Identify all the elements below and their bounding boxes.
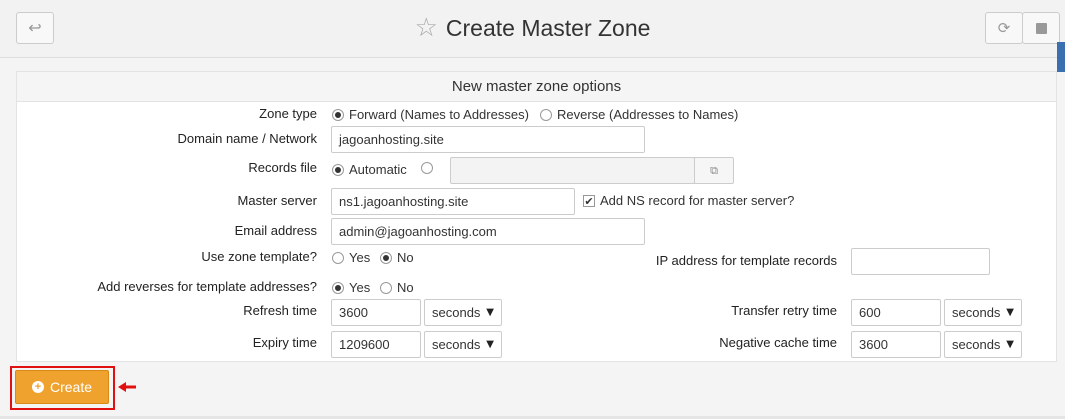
- use-template-no-option[interactable]: No: [380, 250, 414, 266]
- expiry-unit-select[interactable]: seconds ▼: [424, 331, 502, 358]
- radio-template-no[interactable]: [380, 252, 392, 264]
- domain-input[interactable]: jagoanhosting.site: [331, 126, 645, 153]
- radio-reverse[interactable]: [540, 109, 552, 121]
- refresh-unit-select[interactable]: seconds ▼: [424, 299, 502, 326]
- radio-forward[interactable]: [332, 109, 344, 121]
- negative-cache-unit-select[interactable]: seconds ▼: [944, 331, 1022, 358]
- domain-label: Domain name / Network: [177, 131, 317, 146]
- master-server-label: Master server: [237, 193, 317, 208]
- star-icon[interactable]: ☆: [415, 13, 438, 43]
- records-file-custom-option[interactable]: [421, 162, 433, 174]
- add-reverses-yes-option[interactable]: Yes: [332, 280, 370, 296]
- add-ns-checkbox[interactable]: ✔: [583, 195, 595, 207]
- red-arrow-icon: [118, 382, 136, 392]
- caret-down-icon: ▼: [486, 339, 494, 350]
- create-button[interactable]: + Create: [15, 370, 109, 404]
- plus-circle-icon: +: [31, 381, 44, 393]
- radio-reverses-yes[interactable]: [332, 282, 344, 294]
- refresh-unit-value: seconds: [432, 305, 481, 320]
- add-ns-option[interactable]: ✔ Add NS record for master server?: [583, 193, 794, 209]
- caret-down-icon: ▼: [486, 307, 494, 318]
- negative-cache-unit-value: seconds: [952, 337, 1001, 352]
- negative-cache-label: Negative cache time: [719, 335, 837, 350]
- master-server-input[interactable]: ns1.jagoanhosting.site: [331, 188, 575, 215]
- refresh-icon: ⟳: [997, 19, 1011, 37]
- title-area: ☆ Create Master Zone: [0, 12, 1065, 44]
- radio-automatic[interactable]: [332, 164, 344, 176]
- use-template-no-label: No: [397, 250, 414, 265]
- refresh-button[interactable]: ⟳: [985, 12, 1023, 44]
- expiry-input[interactable]: 1209600: [331, 331, 421, 358]
- expiry-label: Expiry time: [252, 335, 317, 350]
- template-ip-label: IP address for template records: [655, 253, 837, 268]
- refresh-input[interactable]: 3600: [331, 299, 421, 326]
- expiry-unit-value: seconds: [432, 337, 481, 352]
- use-template-yes-label: Yes: [349, 250, 371, 265]
- add-reverses-yes-label: Yes: [349, 280, 371, 295]
- email-input[interactable]: admin@jagoanhosting.com: [331, 218, 645, 245]
- file-chooser-icon: ⧉: [710, 163, 718, 177]
- stop-icon: [1035, 22, 1047, 34]
- radio-reverses-no[interactable]: [380, 282, 392, 294]
- zone-type-label: Zone type: [259, 106, 317, 121]
- add-reverses-label: Add reverses for template addresses?: [97, 279, 317, 294]
- records-file-automatic-label: Automatic: [349, 162, 407, 177]
- transfer-retry-unit-select[interactable]: seconds ▼: [944, 299, 1022, 326]
- panel-heading: New master zone options: [17, 72, 1056, 102]
- page-title: Create Master Zone: [445, 15, 651, 41]
- add-reverses-no-label: No: [397, 280, 414, 295]
- add-ns-label: Add NS record for master server?: [600, 193, 795, 208]
- transfer-retry-unit-value: seconds: [952, 305, 1001, 320]
- radio-template-yes[interactable]: [332, 252, 344, 264]
- zone-type-reverse-option[interactable]: Reverse (Addresses to Names): [540, 107, 738, 123]
- radio-custom-file[interactable]: [421, 162, 433, 174]
- use-template-label: Use zone template?: [201, 249, 317, 264]
- top-bar: ↩ ☆ Create Master Zone ⟳: [0, 0, 1065, 58]
- caret-down-icon: ▼: [1006, 339, 1014, 350]
- email-label: Email address: [234, 223, 317, 238]
- refresh-label: Refresh time: [243, 303, 317, 318]
- records-file-input[interactable]: [450, 157, 695, 184]
- stop-button[interactable]: [1022, 12, 1060, 44]
- scrollbar-thumb[interactable]: [1057, 42, 1065, 72]
- create-button-label: Create: [49, 379, 93, 395]
- file-chooser-button[interactable]: ⧉: [694, 157, 734, 184]
- negative-cache-input[interactable]: 3600: [851, 331, 941, 358]
- transfer-retry-input[interactable]: 600: [851, 299, 941, 326]
- use-template-yes-option[interactable]: Yes: [332, 250, 370, 266]
- add-reverses-no-option[interactable]: No: [380, 280, 414, 296]
- records-file-label: Records file: [248, 160, 317, 175]
- zone-type-forward-option[interactable]: Forward (Names to Addresses): [332, 107, 529, 123]
- zone-type-reverse-label: Reverse (Addresses to Names): [557, 107, 739, 122]
- caret-down-icon: ▼: [1006, 307, 1014, 318]
- transfer-retry-label: Transfer retry time: [731, 303, 837, 318]
- records-file-automatic-option[interactable]: Automatic: [332, 162, 407, 178]
- zone-type-forward-label: Forward (Names to Addresses): [349, 107, 529, 122]
- template-ip-input[interactable]: [851, 248, 990, 275]
